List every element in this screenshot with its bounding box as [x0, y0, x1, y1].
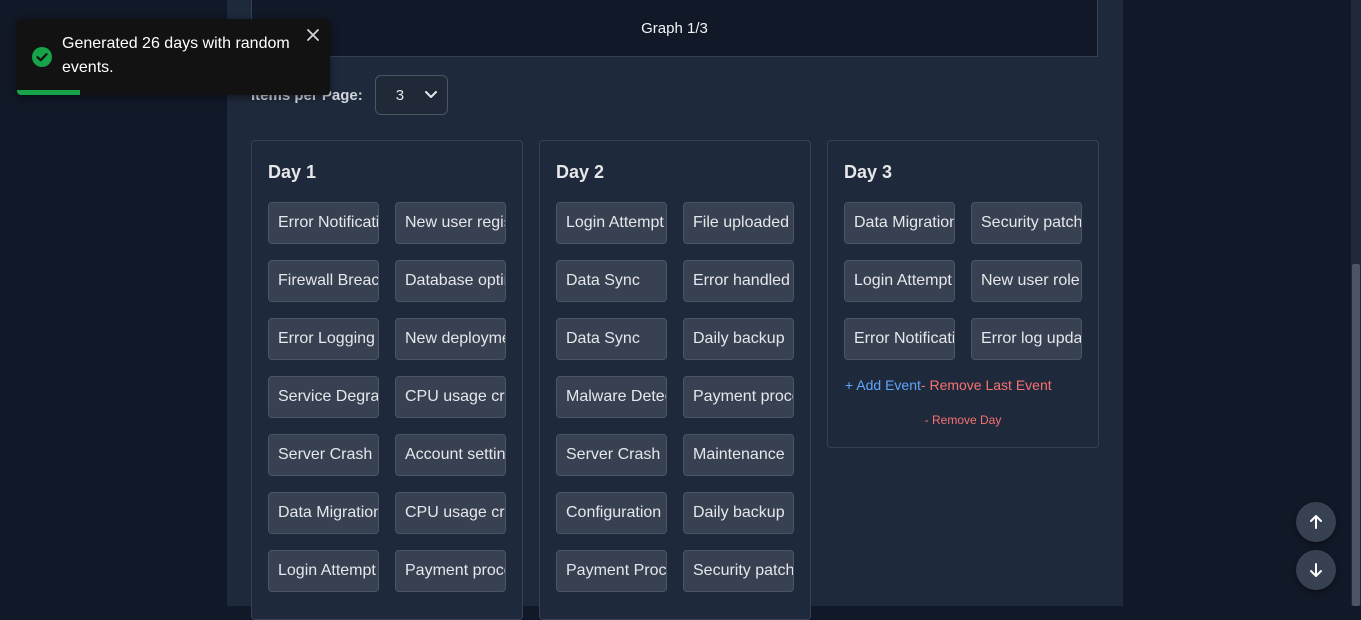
- scroll-to-top-button[interactable]: [1296, 502, 1336, 542]
- arrow-down-icon: [1310, 563, 1322, 577]
- items-per-page-select[interactable]: 3: [374, 75, 448, 115]
- arrow-up-icon: [1310, 515, 1322, 529]
- day-card-1: Day 1 Error Notification New user regist…: [251, 140, 523, 620]
- event-chip[interactable]: Account settings updated: [395, 434, 506, 476]
- event-chip[interactable]: Configuration: [556, 492, 667, 534]
- event-chip[interactable]: Maintenance: [683, 434, 794, 476]
- event-chip[interactable]: Security patch: [971, 202, 1082, 244]
- event-chip[interactable]: Payment Processing: [556, 550, 667, 592]
- day-card-3: Day 3 Data Migration Security patch Logi…: [827, 140, 1099, 448]
- page-scrollbar[interactable]: [1351, 0, 1361, 606]
- scroll-to-bottom-button[interactable]: [1296, 550, 1336, 590]
- event-chip[interactable]: Payment processed: [395, 550, 506, 592]
- event-chip[interactable]: New user role: [971, 260, 1082, 302]
- day-title: Day 2: [556, 162, 605, 182]
- chevron-down-icon: [424, 91, 437, 98]
- graph-title-text: Graph 1/3: [641, 19, 708, 37]
- toast-message: Generated 26 days with random events.: [62, 35, 290, 76]
- event-chip[interactable]: New deployment: [395, 318, 506, 360]
- event-chip[interactable]: Error log updated: [971, 318, 1082, 360]
- event-chip[interactable]: Data Sync: [556, 318, 667, 360]
- event-chip[interactable]: Security patch: [683, 550, 794, 592]
- remove-day-button[interactable]: - Remove Day: [925, 413, 1002, 427]
- event-chip[interactable]: Malware Detected: [556, 376, 667, 418]
- event-chip[interactable]: Server Crash: [556, 434, 667, 476]
- remove-last-event-button[interactable]: - Remove Last Event: [921, 377, 1052, 393]
- graph-title: Graph 1/3: [251, 0, 1098, 57]
- day-title: Day 1: [268, 162, 317, 182]
- event-chip[interactable]: Data Migration: [268, 492, 379, 534]
- event-chip[interactable]: Data Sync: [556, 260, 667, 302]
- event-chip[interactable]: Error Logging: [268, 318, 379, 360]
- close-icon[interactable]: [306, 28, 320, 42]
- day-actions: + Add Event- Remove Last Event: [845, 377, 1052, 393]
- items-per-page-value: 3: [395, 86, 405, 104]
- event-chip[interactable]: Payment processed: [683, 376, 794, 418]
- remove-day-button-wrap: - Remove Day: [828, 413, 1098, 427]
- success-toast: Generated 26 days with random events.: [17, 19, 330, 95]
- add-event-button[interactable]: + Add Event: [845, 377, 921, 393]
- event-chip[interactable]: Service Degradation: [268, 376, 379, 418]
- event-chip[interactable]: Error handled: [683, 260, 794, 302]
- day-card-2: Day 2 Login Attempt File uploaded Data S…: [539, 140, 811, 620]
- event-chip[interactable]: Login Attempt: [556, 202, 667, 244]
- event-chip[interactable]: Firewall Breach: [268, 260, 379, 302]
- event-chip[interactable]: Data Migration: [844, 202, 955, 244]
- event-chip[interactable]: CPU usage critical: [395, 376, 506, 418]
- event-chip[interactable]: Daily backup: [683, 318, 794, 360]
- event-chip[interactable]: CPU usage critical: [395, 492, 506, 534]
- event-chip[interactable]: New user registered: [395, 202, 506, 244]
- event-chip[interactable]: Login Attempt: [268, 550, 379, 592]
- day-title: Day 3: [844, 162, 893, 182]
- event-chip[interactable]: Server Crash: [268, 434, 379, 476]
- event-chip[interactable]: Login Attempt: [844, 260, 955, 302]
- toast-progress-bar: [17, 90, 80, 95]
- event-chip[interactable]: File uploaded: [683, 202, 794, 244]
- event-chip[interactable]: Daily backup: [683, 492, 794, 534]
- scrollbar-thumb[interactable]: [1352, 264, 1360, 606]
- event-chip[interactable]: Database optimization: [395, 260, 506, 302]
- event-chip[interactable]: Error Notification: [844, 318, 955, 360]
- check-circle-icon: [32, 47, 52, 67]
- event-chip[interactable]: Error Notification: [268, 202, 379, 244]
